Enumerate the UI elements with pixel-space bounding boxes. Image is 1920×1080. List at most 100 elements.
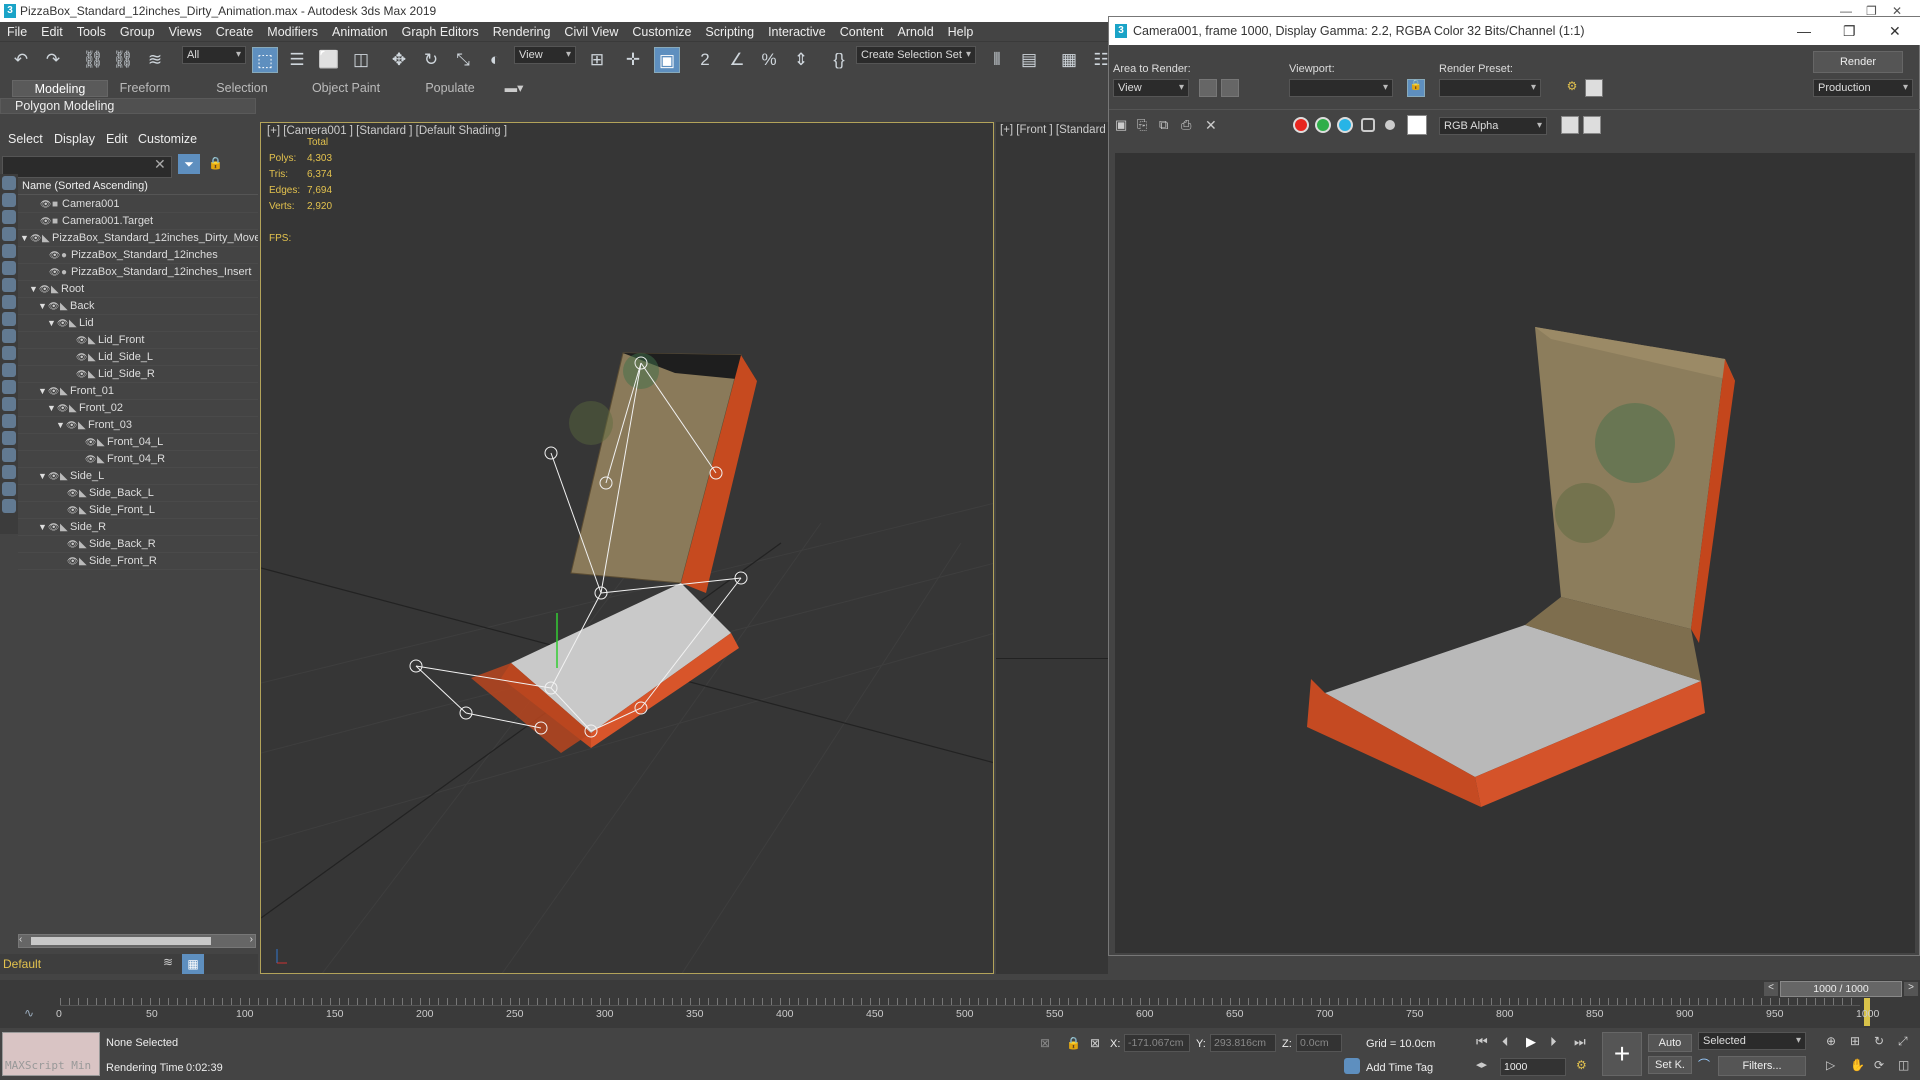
selection-filter-dropdown[interactable]: All	[182, 46, 246, 64]
zoom-icon[interactable]: ⊕	[1826, 1034, 1836, 1048]
menu-scripting[interactable]: Scripting	[698, 22, 761, 42]
explorer-hscrollbar[interactable]: ‹ ›	[18, 934, 256, 948]
visibility-eye-icon[interactable]: 👁	[76, 366, 88, 382]
named-selection-dropdown[interactable]: Create Selection Set	[856, 46, 976, 64]
align-icon[interactable]: ▤	[1016, 47, 1042, 73]
tree-row[interactable]: ▼👁◣ Front_01	[18, 383, 258, 400]
select-object-icon[interactable]: ⬚	[252, 47, 278, 73]
mirror-icon[interactable]: ⫴	[984, 47, 1010, 73]
filter-type-icon[interactable]	[2, 414, 16, 428]
x-coordinate-input[interactable]: -171.067cm	[1124, 1034, 1190, 1052]
percent-snap-icon[interactable]: %	[756, 47, 782, 73]
key-mode-icon[interactable]: ◂▸	[1476, 1058, 1487, 1071]
visibility-eye-icon[interactable]: 👁	[40, 213, 52, 229]
filter-type-icon[interactable]	[2, 431, 16, 445]
selection-lock-icon[interactable]: 🔒	[1066, 1036, 1081, 1050]
menu-arnold[interactable]: Arnold	[891, 22, 941, 42]
menu-group[interactable]: Group	[113, 22, 162, 42]
filter-type-icon[interactable]	[2, 363, 16, 377]
tree-row[interactable]: ▼👁◣ Side_L	[18, 468, 258, 485]
isolate-icon[interactable]: ⊠	[1040, 1036, 1050, 1050]
unlink-icon[interactable]: ⛓	[110, 47, 136, 73]
menu-graph-editors[interactable]: Graph Editors	[395, 22, 486, 42]
scene-explorer-toggle-icon[interactable]: ▦	[1056, 47, 1082, 73]
walk-through-icon[interactable]: ⟳	[1874, 1058, 1884, 1072]
spinner-snap-icon[interactable]: ⇕	[788, 47, 814, 73]
explorer-menu-edit[interactable]: Edit	[106, 132, 128, 146]
explorer-menu-select[interactable]: Select	[8, 132, 43, 146]
fov-icon[interactable]: ▷	[1826, 1058, 1835, 1072]
pivot-icon[interactable]: ⊞	[584, 47, 610, 73]
render-button[interactable]: Render	[1813, 51, 1903, 73]
visibility-eye-icon[interactable]: 👁	[48, 468, 60, 484]
filters-button[interactable]: Filters...	[1718, 1056, 1806, 1076]
tab-freeform[interactable]: Freeform	[108, 80, 182, 97]
visibility-eye-icon[interactable]: 👁	[49, 264, 61, 280]
menu-interactive[interactable]: Interactive	[761, 22, 833, 42]
tree-row[interactable]: 👁◣ Side_Back_L	[18, 485, 258, 502]
filter-type-icon[interactable]	[2, 176, 16, 190]
tree-row[interactable]: ▼👁◣ Front_02	[18, 400, 258, 417]
tree-row[interactable]: ▼👁◣ Front_03	[18, 417, 258, 434]
time-prev-button[interactable]: <	[1764, 982, 1778, 996]
edit-region-icon[interactable]	[1199, 79, 1217, 97]
tab-object-paint[interactable]: Object Paint	[306, 80, 386, 97]
set-key-button[interactable]: Set K.	[1648, 1056, 1692, 1074]
app-icon[interactable]: 3	[4, 4, 16, 18]
viewport-camera[interactable]: [+] [Camera001 ] [Standard ] [Default Sh…	[260, 122, 994, 974]
lock-viewport-icon[interactable]: 🔒	[1407, 79, 1425, 97]
default-tangent-icon[interactable]: ⌒	[1698, 1056, 1710, 1073]
undo-icon[interactable]: ↶	[8, 47, 34, 73]
current-frame-input[interactable]: 1000	[1500, 1058, 1566, 1076]
set-key-icon[interactable]: +	[1602, 1032, 1642, 1076]
filter-icon[interactable]: ⏷	[178, 154, 200, 174]
time-slider-thumb[interactable]: 1000 / 1000	[1780, 981, 1902, 997]
tab-selection[interactable]: Selection	[206, 80, 278, 97]
select-by-name-icon[interactable]: ☰	[284, 47, 310, 73]
menu-file[interactable]: File	[0, 22, 34, 42]
viewport-front-label[interactable]: [+] [Front ] [Standard	[1000, 124, 1106, 136]
expand-arrow-icon[interactable]: ▼	[56, 417, 66, 433]
render-restore-button[interactable]: ❐	[1843, 17, 1856, 45]
bind-space-warp-icon[interactable]: ≋	[142, 47, 168, 73]
visibility-eye-icon[interactable]: 👁	[48, 519, 60, 535]
menu-views[interactable]: Views	[162, 22, 209, 42]
tree-row[interactable]: ▼👁◣ Back	[18, 298, 258, 315]
visibility-eye-icon[interactable]: 👁	[85, 434, 97, 450]
filter-type-icon[interactable]	[2, 278, 16, 292]
edit-named-selection-icon[interactable]: {}	[826, 47, 852, 73]
filter-type-icon[interactable]	[2, 397, 16, 411]
tree-row[interactable]: 👁● PizzaBox_Standard_12inches_Insert	[18, 264, 258, 281]
menu-create[interactable]: Create	[209, 22, 261, 42]
snaps-toggle-icon[interactable]: 2	[692, 47, 718, 73]
maximize-viewport-icon[interactable]: ⤢	[1898, 1034, 1908, 1049]
link-icon[interactable]: ⛓	[80, 47, 106, 73]
explorer-menu-display[interactable]: Display	[54, 132, 95, 146]
reference-coord-dropdown[interactable]: View	[514, 46, 576, 64]
expand-arrow-icon[interactable]: ▼	[38, 468, 48, 484]
explorer-search-input[interactable]	[2, 156, 172, 178]
tab-populate[interactable]: Populate	[416, 80, 484, 97]
menu-customize[interactable]: Customize	[625, 22, 698, 42]
layer-explorer-icon[interactable]: ▦	[182, 954, 204, 974]
render-minimize-button[interactable]: —	[1797, 17, 1811, 45]
filter-type-icon[interactable]	[2, 499, 16, 513]
filter-type-icon[interactable]	[2, 482, 16, 496]
select-manipulate-icon[interactable]: ✛	[620, 47, 646, 73]
tree-row[interactable]: 👁◣ Lid_Side_L	[18, 349, 258, 366]
menu-modifiers[interactable]: Modifiers	[260, 22, 325, 42]
scroll-thumb[interactable]	[31, 937, 211, 945]
placement-icon[interactable]: ◐	[482, 47, 508, 73]
absolute-mode-icon[interactable]: ⊠	[1090, 1036, 1100, 1050]
filter-type-icon[interactable]	[2, 295, 16, 309]
tree-row[interactable]: 👁◣ Lid_Side_R	[18, 366, 258, 383]
filter-type-icon[interactable]	[2, 193, 16, 207]
filter-type-icon[interactable]	[2, 312, 16, 326]
filter-type-icon[interactable]	[2, 244, 16, 258]
key-filter-dropdown[interactable]: Selected	[1698, 1032, 1806, 1050]
current-layer[interactable]: Default	[3, 957, 41, 971]
curve-editor-icon[interactable]: ∿	[24, 1006, 34, 1020]
menu-help[interactable]: Help	[941, 22, 981, 42]
scale-icon[interactable]: ⤡	[450, 47, 476, 73]
column-header[interactable]: Name (Sorted Ascending)	[2, 178, 258, 195]
